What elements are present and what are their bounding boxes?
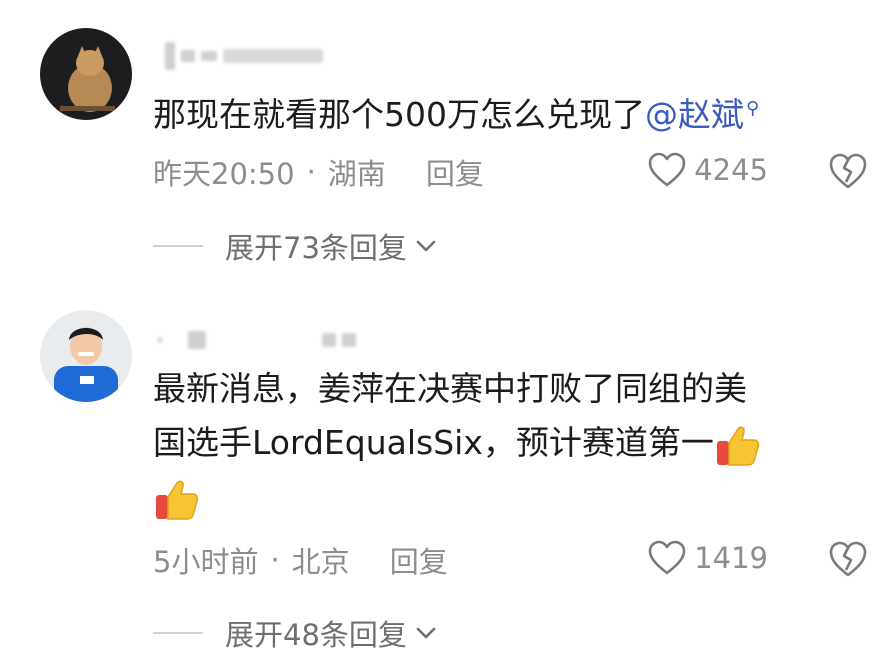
comment-text: 那现在就看那个500万怎么兑现了@赵斌 ⚲ bbox=[153, 82, 759, 142]
timestamp: 昨天20:50 bbox=[153, 157, 295, 191]
expand-replies[interactable]: 展开73条回复 bbox=[153, 225, 437, 267]
broken-heart-icon bbox=[829, 541, 867, 577]
avatar-player-image bbox=[40, 310, 132, 402]
chevron-down-icon bbox=[416, 627, 436, 639]
like-button[interactable]: 1419 bbox=[648, 540, 768, 576]
thumbs-up-icon bbox=[156, 480, 199, 520]
comment-text: 最新消息，姜萍在决赛中打败了同组的美 国选手LordEqualsSix，预计赛道… bbox=[153, 362, 762, 524]
separator-dot: · bbox=[270, 543, 280, 577]
avatar-cat-image bbox=[40, 28, 132, 120]
username-blurred[interactable] bbox=[165, 36, 323, 76]
avatar[interactable] bbox=[40, 28, 132, 120]
separator-dot: · bbox=[306, 155, 316, 189]
comment-line-2: 国选手LordEqualsSix，预计赛道第一 bbox=[153, 416, 762, 470]
expand-replies-label: 展开48条回复 bbox=[225, 618, 407, 652]
dislike-button[interactable] bbox=[828, 540, 868, 580]
expand-replies-label: 展开73条回复 bbox=[225, 231, 407, 265]
timestamp: 5小时前 bbox=[153, 545, 259, 579]
location: 北京 bbox=[291, 545, 350, 579]
comment-meta: 5小时前 · 北京 回复 bbox=[153, 540, 896, 580]
comment-meta: 昨天20:50 · 湖南 回复 bbox=[153, 152, 896, 192]
dislike-button[interactable] bbox=[828, 152, 868, 192]
heart-icon bbox=[648, 540, 686, 575]
reply-button[interactable]: 回复 bbox=[426, 151, 484, 193]
like-count: 1419 bbox=[694, 541, 768, 575]
avatar[interactable] bbox=[40, 310, 132, 402]
chevron-down-icon bbox=[416, 240, 436, 252]
reply-button[interactable]: 回复 bbox=[390, 539, 448, 581]
comment-line-1: 最新消息，姜萍在决赛中打败了同组的美 bbox=[153, 369, 747, 408]
broken-heart-icon bbox=[829, 153, 867, 189]
divider-line bbox=[153, 632, 203, 634]
like-button[interactable]: 4245 bbox=[648, 152, 768, 188]
comment-line-3 bbox=[153, 470, 762, 524]
like-count: 4245 bbox=[694, 153, 768, 187]
thumbs-up-icon bbox=[716, 426, 759, 466]
comment-text-main: 那现在就看那个500万怎么兑现了 bbox=[153, 95, 645, 134]
divider-line bbox=[153, 245, 203, 247]
heart-icon bbox=[648, 152, 686, 187]
comment-line-2-text: 国选手LordEqualsSix，预计赛道第一 bbox=[153, 423, 714, 462]
location: 湖南 bbox=[327, 157, 386, 191]
mention-link[interactable]: @赵斌 bbox=[645, 95, 744, 134]
expand-replies[interactable]: 展开48条回复 bbox=[153, 612, 437, 654]
username-blurred[interactable] bbox=[158, 320, 356, 360]
search-icon[interactable]: ⚲ bbox=[746, 98, 759, 119]
